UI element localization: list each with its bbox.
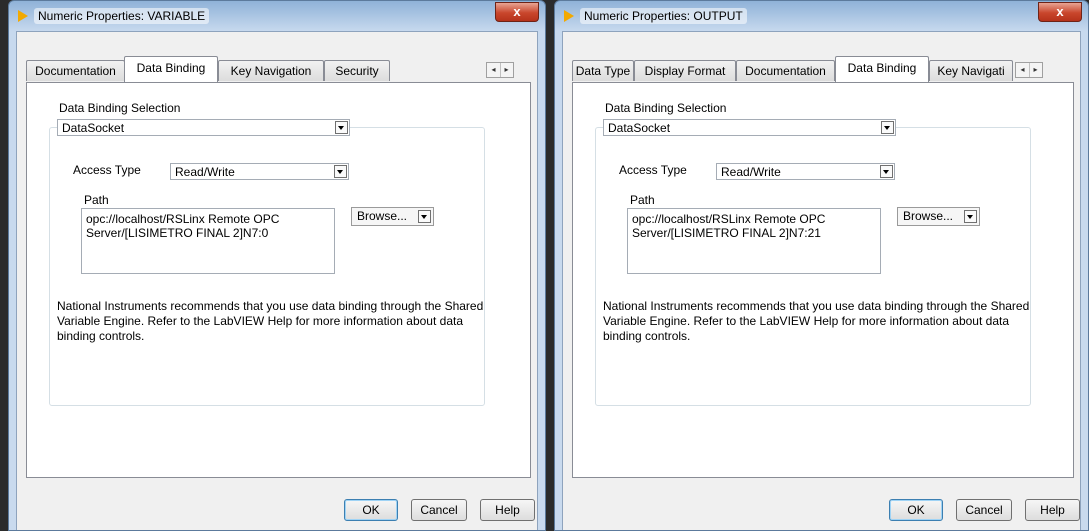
scroll-left-icon[interactable]: ◂ (487, 63, 501, 77)
tab-data-binding[interactable]: Data Binding (124, 56, 218, 82)
title-bar[interactable]: Numeric Properties: VARIABLE x (9, 1, 545, 31)
data-binding-panel: Data Binding Selection DataSocket Access… (572, 82, 1074, 478)
scroll-right-icon[interactable]: ▸ (1029, 63, 1042, 77)
chevron-down-icon[interactable] (334, 165, 347, 178)
browse-button[interactable]: Browse... (351, 207, 434, 226)
data-binding-selection-label: Data Binding Selection (605, 101, 727, 115)
help-button[interactable]: Help (480, 499, 535, 521)
tab-scroll-arrows[interactable]: ◂ ▸ (486, 62, 514, 78)
ok-button[interactable]: OK (344, 499, 398, 521)
dialog-client: Data Type Display Format Documentation D… (562, 31, 1081, 530)
data-binding-selection-value: DataSocket (62, 121, 125, 135)
chevron-down-icon[interactable] (964, 210, 977, 223)
browse-label: Browse... (357, 209, 408, 223)
access-type-value: Read/Write (721, 165, 781, 179)
scroll-right-icon[interactable]: ▸ (500, 63, 513, 77)
help-button[interactable]: Help (1025, 499, 1080, 521)
chevron-down-icon[interactable] (880, 165, 893, 178)
data-binding-selection-value: DataSocket (608, 121, 671, 135)
access-type-combo[interactable]: Read/Write (170, 163, 349, 180)
browse-button[interactable]: Browse... (897, 207, 980, 226)
data-binding-note: National Instruments recommends that you… (603, 299, 1030, 343)
properties-dialog-variable: Numeric Properties: VARIABLE x Documenta… (8, 0, 546, 531)
access-type-value: Read/Write (175, 165, 235, 179)
tab-scroll-arrows[interactable]: ◂ ▸ (1015, 62, 1043, 78)
path-label: Path (84, 193, 109, 207)
tab-data-binding[interactable]: Data Binding (835, 56, 929, 82)
data-binding-note: National Instruments recommends that you… (57, 299, 484, 343)
dialog-client: Documentation Data Binding Key Navigatio… (16, 31, 538, 530)
path-label: Path (630, 193, 655, 207)
window-title: Numeric Properties: VARIABLE (34, 8, 210, 24)
access-type-label: Access Type (619, 163, 687, 177)
chevron-down-icon[interactable] (881, 121, 894, 134)
tab-key-navigation[interactable]: Key Navigation (218, 60, 324, 81)
properties-dialog-output: Numeric Properties: OUTPUT x Data Type D… (554, 0, 1089, 531)
tab-bar: Documentation Data Binding Key Navigatio… (26, 56, 531, 82)
labview-icon (564, 10, 574, 22)
data-binding-selection-combo[interactable]: DataSocket (603, 119, 896, 136)
path-field[interactable]: opc://localhost/RSLinx Remote OPC Server… (81, 208, 335, 274)
window-title: Numeric Properties: OUTPUT (580, 8, 747, 24)
tab-key-navigation[interactable]: Key Navigati (929, 60, 1013, 81)
tab-bar: Data Type Display Format Documentation D… (572, 56, 1074, 82)
tab-display-format[interactable]: Display Format (634, 60, 736, 81)
chevron-down-icon[interactable] (335, 121, 348, 134)
data-binding-selection-label: Data Binding Selection (59, 101, 181, 115)
scroll-left-icon[interactable]: ◂ (1016, 63, 1030, 77)
title-bar[interactable]: Numeric Properties: OUTPUT x (555, 1, 1088, 31)
access-type-label: Access Type (73, 163, 141, 177)
data-binding-panel: Data Binding Selection DataSocket Access… (26, 82, 531, 478)
cancel-button[interactable]: Cancel (956, 499, 1012, 521)
tab-data-type[interactable]: Data Type (572, 60, 634, 81)
path-field[interactable]: opc://localhost/RSLinx Remote OPC Server… (627, 208, 881, 274)
labview-icon (18, 10, 28, 22)
browse-label: Browse... (903, 209, 954, 223)
cancel-button[interactable]: Cancel (411, 499, 467, 521)
tab-documentation[interactable]: Documentation (736, 60, 835, 81)
close-button[interactable]: x (495, 2, 539, 22)
tab-documentation[interactable]: Documentation (26, 60, 125, 81)
chevron-down-icon[interactable] (418, 210, 431, 223)
ok-button[interactable]: OK (889, 499, 943, 521)
data-binding-selection-combo[interactable]: DataSocket (57, 119, 350, 136)
close-button[interactable]: x (1038, 2, 1082, 22)
access-type-combo[interactable]: Read/Write (716, 163, 895, 180)
tab-security[interactable]: Security (324, 60, 390, 81)
